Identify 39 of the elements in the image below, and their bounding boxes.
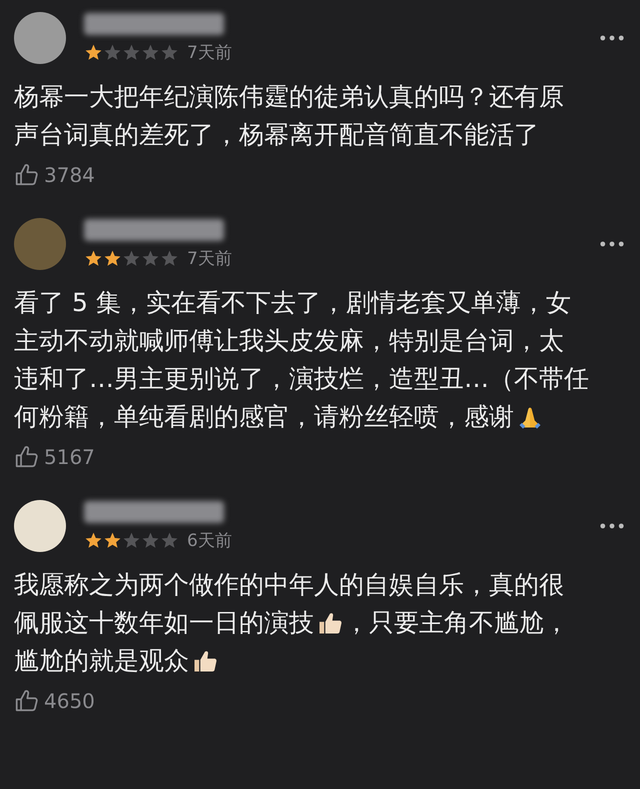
star-icon (122, 42, 141, 62)
review-text: 违和了…男主更别说了，演技烂，造型丑…（不带任 (14, 363, 589, 395)
more-options-icon[interactable] (600, 241, 624, 247)
star-icon (122, 530, 141, 550)
review-text: 主动不动就喊师傅让我头皮发麻，特别是台词，太 (14, 325, 564, 357)
star-icon (122, 248, 141, 268)
like-count: 4650 (44, 689, 95, 713)
review-text: 杨幂一大把年纪演陈伟霆的徒弟认真的吗？还有原 (14, 81, 564, 113)
like-count: 3784 (44, 163, 95, 187)
star-icon (103, 248, 122, 268)
star-icon (84, 530, 103, 550)
review-time: 6天前 (187, 530, 232, 552)
review-text: 佩服这十数年如一日的演技 (14, 607, 314, 639)
thumbs-up-icon[interactable] (14, 688, 40, 714)
star-icon (160, 42, 179, 62)
review-time: 7天前 (187, 248, 232, 270)
review-time: 7天前 (187, 42, 232, 64)
review-text: 我愿称之为两个做作的中年人的自娱自乐，真的很 (14, 569, 564, 601)
star-icon (84, 248, 103, 268)
review-text: 何粉籍，单纯看剧的感官，请粉丝轻喷，感谢 (14, 401, 514, 433)
avatar-placeholder[interactable] (14, 12, 66, 64)
thumbs-up-icon[interactable] (14, 162, 40, 188)
star-icon (160, 530, 179, 550)
star-icon (103, 42, 122, 62)
star-icon (84, 42, 103, 62)
thumbs-up-icon[interactable] (14, 444, 40, 470)
star-icon (103, 530, 122, 550)
star-icon (141, 248, 160, 268)
review-text: ，只要主角不尴尬， (344, 607, 569, 639)
more-options-icon[interactable] (600, 35, 624, 41)
star-icon (141, 530, 160, 550)
star-icon (160, 248, 179, 268)
like-count: 5167 (44, 445, 95, 469)
review-text: 看了 5 集，实在看不下去了，剧情老套又单薄，女 (14, 287, 571, 319)
avatar-placeholder[interactable] (14, 500, 66, 552)
review-text: 声台词真的差死了，杨幂离开配音简直不能活了 (14, 119, 539, 151)
review-text: 尴尬的就是观众 (14, 645, 189, 677)
star-icon (141, 42, 160, 62)
more-options-icon[interactable] (600, 523, 624, 529)
